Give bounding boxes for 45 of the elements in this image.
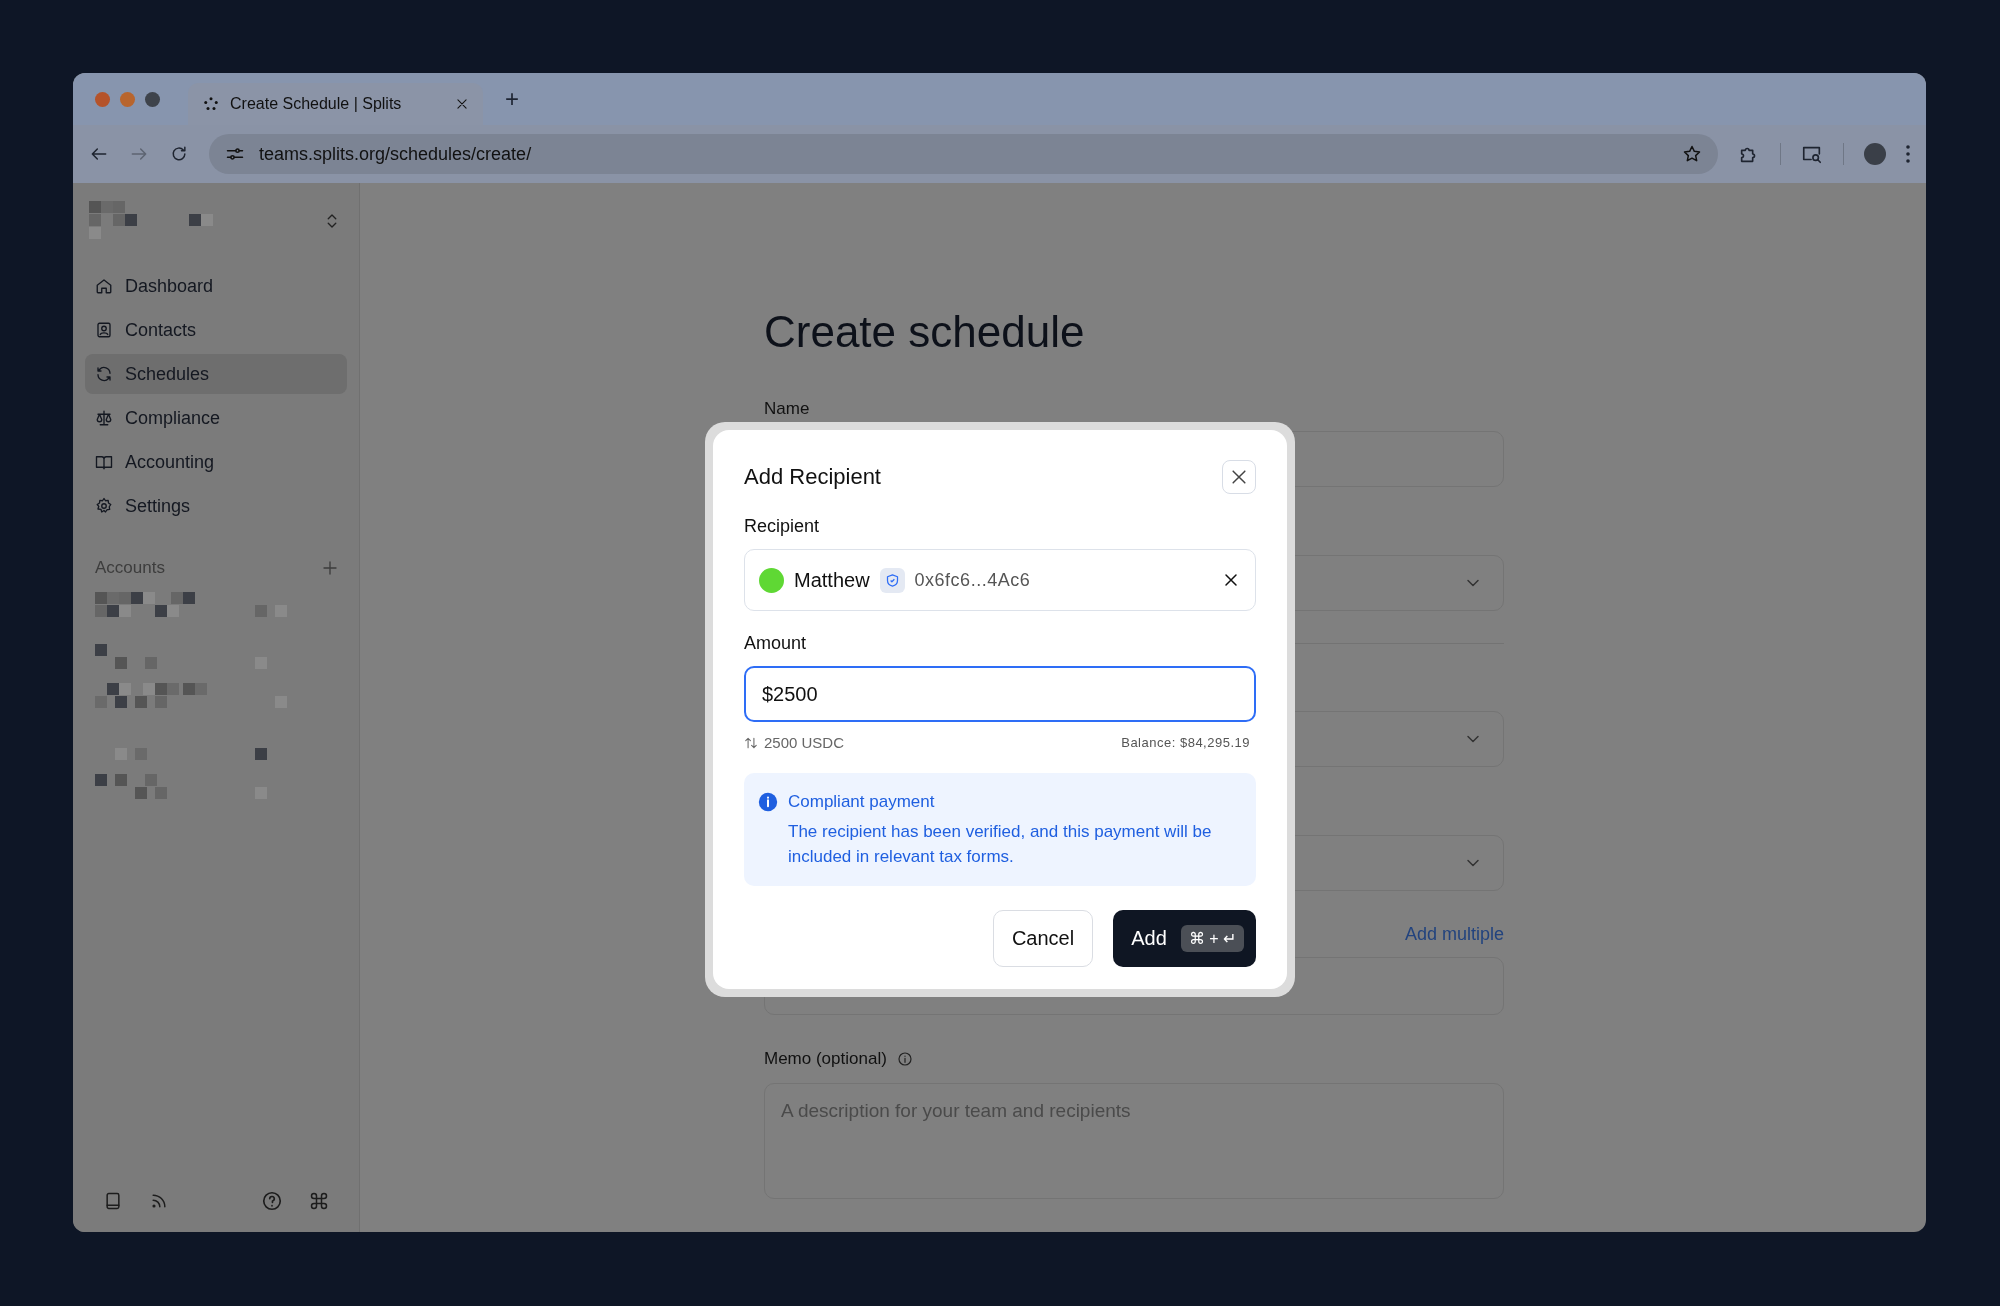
field-label: Recipient [744, 516, 821, 537]
nav-item[interactable]: Contacts [85, 310, 347, 350]
section-heading: Accounts [95, 558, 165, 578]
add-multiple-link[interactable]: Add multiple [1404, 924, 1504, 945]
logo-icon [202, 95, 220, 113]
cancel-button[interactable]: Cancel [992, 909, 1094, 967]
swap-icon [744, 735, 758, 750]
scale-icon [95, 409, 113, 427]
new-tab-button[interactable]: + [505, 85, 519, 113]
address-bar[interactable]: teams.splits.org/schedules/create/ [209, 134, 1718, 174]
profile-avatar[interactable] [1864, 143, 1886, 165]
page-title: Create schedule [764, 307, 1086, 357]
field-label: Name [764, 399, 811, 419]
recipient-field[interactable]: Matthew 0x6fc6...4Ac6 [744, 549, 1256, 611]
conversion-text: 2500 USDC [764, 734, 845, 751]
nav-item[interactable]: Schedules [85, 354, 347, 394]
zoom-window-button[interactable] [145, 91, 160, 107]
nav-item[interactable]: Settings [85, 486, 347, 526]
callout-text: The recipient has been verified, and this payment will be included in relevant tax forms. [788, 820, 1213, 868]
close-button[interactable] [1222, 460, 1256, 494]
book-icon [95, 453, 113, 471]
field-label: Amount [744, 633, 808, 654]
info-icon [896, 1051, 913, 1067]
add-icon [321, 559, 339, 577]
amount-field[interactable]: $2500 [744, 666, 1256, 722]
refresh-icon [95, 365, 113, 383]
contact-icon [95, 321, 113, 339]
add-button[interactable]: Add ⌘ + ↵ [1113, 909, 1256, 967]
close-icon [455, 97, 469, 111]
balance-text: Balance: $84,295.19 [1121, 735, 1251, 750]
nav-item[interactable]: Compliance [85, 398, 347, 438]
book-icon [103, 1191, 123, 1211]
field-label: Memo (optional) [764, 1049, 887, 1069]
dialog-title: Add Recipient [744, 464, 881, 490]
home-icon [95, 277, 113, 295]
browser-tab[interactable]: Create Schedule | Splits [188, 83, 483, 125]
nav-item[interactable]: Dashboard [85, 266, 347, 306]
nav-item[interactable]: Accounting [85, 442, 347, 482]
callout-title: Compliant payment [788, 791, 936, 813]
settings-icon [95, 497, 113, 515]
star-icon [1682, 144, 1702, 164]
command-icon [309, 1191, 329, 1211]
info-icon [758, 792, 778, 812]
help-icon [261, 1190, 283, 1212]
more-menu-icon[interactable] [1906, 145, 1910, 163]
